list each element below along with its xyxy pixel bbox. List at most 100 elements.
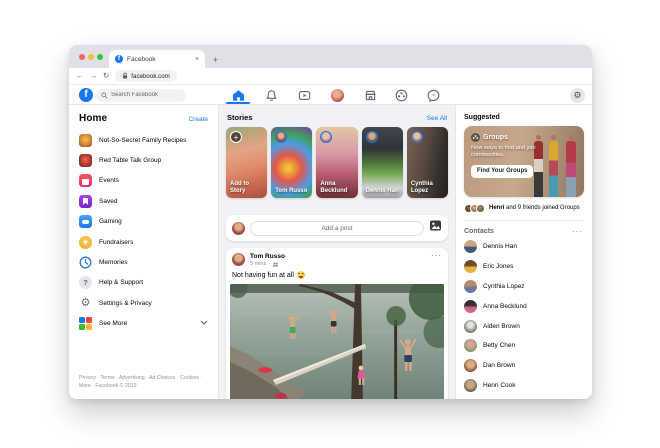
minimize-window-button[interactable] [88,54,94,60]
find-your-groups-button[interactable]: Find Your Groups [471,164,534,178]
post-text: Not having fun at all [232,271,294,279]
groups-card-title: Groups [483,134,508,141]
forward-icon[interactable]: → [90,72,98,80]
contact-row[interactable]: Cynthia Lopez [464,276,584,296]
suggested-groups-card[interactable]: Groups New ways to find and join communi… [464,126,584,197]
url-text: facebook.com [131,72,170,80]
news-feed: Stories See All + Add to Story Tom Russo… [218,105,456,399]
create-link[interactable]: Create [188,116,208,123]
active-tab-underline [226,102,250,104]
legal-footer: Privacy · Terms · Advertising · Ad Choic… [79,374,202,389]
add-post-input[interactable] [250,220,424,236]
avatar [464,359,477,373]
sidebar-item-red-table-group[interactable]: Red Table Talk Group [79,150,208,170]
browser-tab[interactable]: f Facebook × [109,50,205,68]
help-question-icon: ? [79,276,92,290]
notifications-icon[interactable] [265,89,278,102]
sidebar-item-settings-privacy[interactable]: ⚙ Settings & Privacy [79,293,208,313]
friends-joined-row: Henri and 9 friends joined Groups [464,197,584,219]
groups-icon[interactable] [395,89,408,102]
contact-row[interactable]: Dennis Han [464,237,584,257]
joined-text: Henri and 9 friends joined Groups [489,205,580,211]
settings-gear-icon[interactable]: ⚙ [570,87,585,103]
saved-bookmark-icon [79,194,92,208]
home-tab-icon[interactable] [232,89,245,102]
back-icon[interactable]: ← [76,72,84,80]
story-avatar [410,131,423,143]
search-input[interactable] [96,88,186,102]
facebook-header: f ⚙ [69,85,592,105]
avatar [464,239,477,253]
profile-avatar-icon[interactable] [330,88,344,102]
contact-row[interactable]: Aiden Brown [464,316,584,336]
avatar [464,319,477,333]
post-author-name[interactable]: Tom Russo [250,253,426,260]
see-more-grid-icon [79,317,92,331]
contact-row[interactable]: Dan Brown [464,356,584,376]
sidebar-item-see-more[interactable]: See More [79,314,208,334]
story-card[interactable]: Tom Russo [271,127,313,198]
settings-gear-icon: ⚙ [80,296,91,309]
see-all-link[interactable]: See All [427,115,447,122]
messenger-icon[interactable] [427,89,440,102]
reload-icon[interactable]: ↻ [103,72,109,80]
facebook-favicon: f [115,55,123,63]
page-title: Home [79,113,108,124]
chevron-down-icon [200,320,208,327]
contacts-options-icon[interactable]: ··· [572,227,583,235]
contact-row[interactable]: Henri Cook [464,376,584,396]
stories-title: Stories [227,113,253,122]
gaming-icon [79,215,92,229]
photo-upload-icon[interactable] [429,219,442,237]
story-avatar [365,131,378,143]
contact-row[interactable]: Eric Jones [464,256,584,276]
right-sidebar: Suggested Groups New ways to find and jo… [456,105,592,399]
post-timestamp: 5 mins · [250,261,426,267]
suggested-title: Suggested [464,114,500,121]
feed-post: Tom Russo 5 mins · ··· Not having fun at… [226,248,448,399]
lock-icon [123,72,128,79]
post-options-icon[interactable]: ··· [431,252,442,260]
facebook-logo[interactable]: f [79,88,93,102]
story-avatar [275,131,288,143]
address-bar[interactable]: facebook.com [115,70,177,82]
left-sidebar: Home Create Not-So-Secret Family Recipes… [69,105,218,399]
avatar [464,379,477,393]
sidebar-item-fundraisers[interactable]: ♥ Fundraisers [79,232,208,252]
story-card[interactable]: Cynthia Lopez [406,127,449,198]
maximize-window-button[interactable] [97,54,103,60]
stories-strip: + Add to Story Tom Russo Anna Becklund D… [226,127,449,198]
groups-card-subtitle: New ways to find and join communities. [471,144,536,158]
laughing-emoji-icon [296,271,305,279]
post-composer [226,215,448,241]
sidebar-item-help-support[interactable]: ? Help & Support [79,273,208,293]
post-photo-lake-jumping[interactable] [230,284,444,399]
fundraisers-heart-icon: ♥ [79,235,92,249]
tab-close-icon[interactable]: × [195,56,199,63]
search-field[interactable] [111,92,181,98]
avatar [464,339,477,353]
sidebar-item-gaming[interactable]: Gaming [79,212,208,232]
sidebar-item-recipes-group[interactable]: Not-So-Secret Family Recipes [79,130,208,150]
avatar [464,259,477,273]
story-card[interactable]: Dennis Han [361,127,403,198]
sidebar-item-saved[interactable]: Saved [79,191,208,211]
avatar [464,299,477,313]
audience-friends-icon [272,262,279,266]
contact-row[interactable]: Anna Becklund [464,296,584,316]
search-icon [101,91,108,98]
groups-badge-icon [471,133,480,142]
events-icon [79,174,92,188]
sidebar-item-events[interactable]: Events [79,171,208,191]
story-card-add[interactable]: + Add to Story [226,127,268,198]
post-author-avatar[interactable] [232,253,245,266]
contact-row[interactable]: Betty Chen [464,336,584,356]
story-card[interactable]: Anna Becklund [316,127,358,198]
marketplace-icon[interactable] [364,89,377,102]
story-avatar [320,131,333,143]
sidebar-item-memories[interactable]: Memories [79,252,208,272]
watch-icon[interactable] [298,89,311,102]
new-tab-button[interactable]: + [213,55,218,65]
browser-url-bar: ← → ↻ facebook.com [69,68,592,85]
close-window-button[interactable] [79,54,85,60]
